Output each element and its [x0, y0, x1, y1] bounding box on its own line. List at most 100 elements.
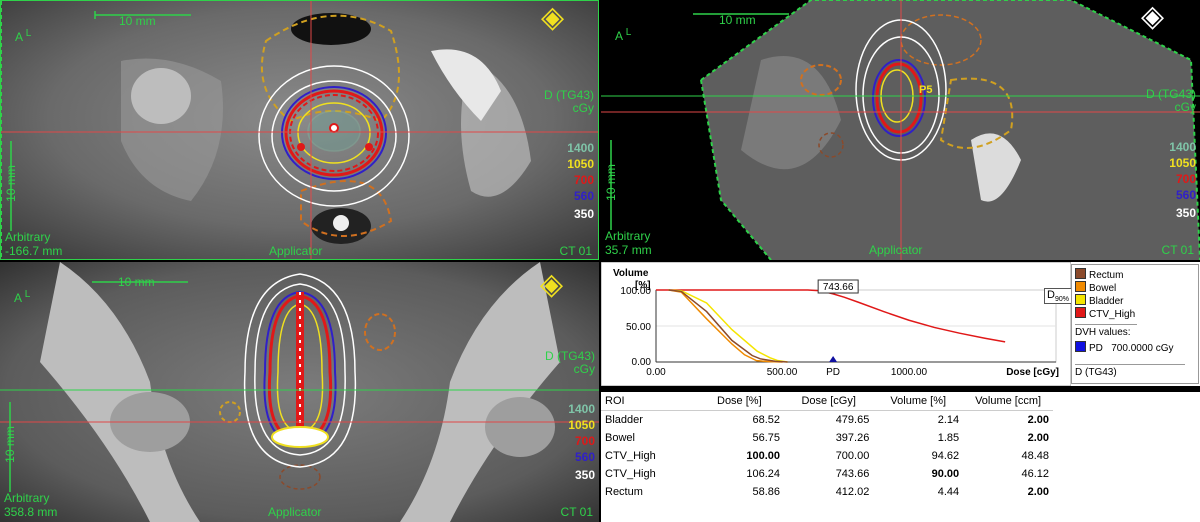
cell-dose-pct: 58.86: [752, 486, 780, 498]
isodose-700: 700: [1175, 172, 1196, 186]
plane-position: 35.7 mm: [605, 243, 652, 257]
annotation-value: 743.66: [823, 282, 854, 293]
cell-roi: CTV_High: [605, 468, 656, 480]
cell-dose-cgy: 412.02: [835, 486, 870, 498]
header-volume-pct[interactable]: Volume [%]: [873, 392, 964, 411]
scale-label-vertical: 10 mm: [3, 165, 18, 202]
cell-volume-ccm: 2.00: [1027, 432, 1049, 444]
legend-swatch: [1075, 281, 1086, 292]
legend-item[interactable]: Bladder: [1075, 294, 1123, 307]
d90-box: D90%: [1044, 288, 1072, 305]
plane-name: Arbitrary: [605, 229, 651, 243]
cell-dose-pct: 56.75: [752, 432, 780, 444]
cell-volume-pct: 90.00: [931, 468, 960, 480]
isodose-700: 700: [573, 173, 594, 187]
pd-value-row: PD 700.0000 cGy: [1075, 341, 1174, 354]
scale-label: 10 mm: [118, 275, 155, 289]
orientation-cube-icon: ◈: [541, 1, 565, 34]
cell-dose-pct: 106.24: [746, 468, 780, 480]
legend-item[interactable]: Rectum: [1075, 268, 1123, 281]
cell-roi: Bowel: [605, 432, 635, 444]
cell-dose-pct: 68.52: [752, 414, 780, 426]
cell-roi: CTV_High: [605, 450, 656, 462]
plane-name: Arbitrary: [5, 230, 51, 244]
pd-marker-label: PD: [826, 367, 840, 378]
applicator-label: Applicator: [869, 243, 923, 257]
legend-item[interactable]: CTV_High: [1075, 307, 1135, 320]
isodose-350: 350: [573, 207, 594, 221]
scale-label: 10 mm: [719, 13, 756, 27]
orientation-label-anterior: A L: [615, 27, 632, 43]
cell-volume-ccm: 46.12: [1021, 468, 1049, 480]
y-tick-label: 50.00: [626, 322, 651, 333]
cell-roi: Rectum: [605, 486, 643, 498]
cell-volume-ccm: 2.00: [1027, 414, 1049, 426]
y-tick-label: 100.00: [620, 286, 651, 297]
header-roi[interactable]: ROI: [601, 392, 695, 411]
sagittal-view[interactable]: A L 10 mm 10 mm ◈ P5 D (TG43) cGy 1400 1…: [601, 0, 1200, 260]
isodose-350: 350: [574, 468, 595, 482]
pd-swatch: [1075, 341, 1086, 352]
isodose-560: 560: [574, 450, 595, 464]
cell-dose-cgy: 743.66: [835, 468, 870, 480]
table-row[interactable]: CTV_High 100.00 700.00 94.62 48.48: [601, 447, 1053, 465]
cell-volume-pct: 1.85: [937, 432, 960, 444]
plane-position: 358.8 mm: [4, 505, 58, 519]
cell-volume-ccm: 48.48: [1021, 450, 1049, 462]
x-axis-title: Dose [cGy]: [1006, 367, 1059, 378]
cell-roi: Bladder: [605, 414, 643, 426]
sagittal-ct-image: [601, 0, 1200, 260]
table-row[interactable]: Bowel 56.75 397.26 1.85 2.00: [601, 429, 1053, 447]
cell-volume-pct: 4.44: [937, 486, 960, 498]
dose-unit: cGy: [572, 101, 594, 115]
scale-label-vertical: 10 mm: [603, 164, 618, 201]
cell-volume-pct: 94.62: [931, 450, 960, 462]
isodose-700: 700: [574, 434, 595, 448]
coronal-view[interactable]: A L 10 mm 10 mm ◈ D (TG43) cGy 1400 1050…: [0, 262, 599, 522]
table-row[interactable]: CTV_High 106.24 743.66 90.00 46.12: [601, 465, 1053, 483]
y-axis-title: Volume: [613, 268, 649, 279]
isodose-1050: 1050: [567, 157, 594, 171]
dvh-legend: Rectum Bowel Bladder CTV_High DVH values…: [1071, 264, 1199, 384]
legend-swatch: [1075, 294, 1086, 305]
header-volume-ccm[interactable]: Volume [ccm]: [963, 392, 1053, 411]
header-dose-pct[interactable]: Dose [%]: [694, 392, 784, 411]
legend-swatch: [1075, 307, 1086, 318]
dvh-chart[interactable]: Volume [%] 100.00 50.00 0.00 0.00 500.00…: [601, 262, 1071, 386]
axial-view[interactable]: A L 10 mm 10 mm ◈ D (TG43) cGy 1400 1050…: [0, 0, 599, 260]
isodose-560: 560: [573, 189, 594, 203]
applicator-label: Applicator: [268, 505, 322, 519]
scale-label-vertical: 10 mm: [2, 426, 17, 463]
point-label: P5: [919, 84, 933, 96]
table-row[interactable]: Rectum 58.86 412.02 4.44 2.00: [601, 483, 1053, 501]
legend-item[interactable]: Bowel: [1075, 281, 1116, 294]
orientation-label-anterior: A L: [14, 289, 31, 305]
isodose-1400: 1400: [1169, 140, 1196, 154]
dvh-values-label: DVH values:: [1075, 327, 1131, 338]
table-header-row: ROI Dose [%] Dose [cGy] Volume [%] Volum…: [601, 392, 1053, 411]
isodose-1400: 1400: [567, 141, 594, 155]
dvh-table[interactable]: ROI Dose [%] Dose [cGy] Volume [%] Volum…: [601, 392, 1200, 522]
x-tick-label: 500.00: [767, 367, 798, 378]
cell-volume-ccm: 2.00: [1027, 486, 1049, 498]
orientation-cube-icon: ◈: [1141, 0, 1165, 33]
cell-volume-pct: 2.14: [937, 414, 960, 426]
cell-dose-cgy: 700.00: [835, 450, 870, 462]
isodose-560: 560: [1175, 188, 1196, 202]
coronal-ct-image: [0, 262, 599, 522]
dvh-panel[interactable]: Volume [%] 100.00 50.00 0.00 0.00 500.00…: [601, 262, 1200, 386]
dvh-footer-label: D (TG43): [1075, 367, 1117, 378]
isodose-350: 350: [1175, 206, 1196, 220]
dose-unit: cGy: [573, 362, 595, 376]
dose-unit: cGy: [1174, 100, 1196, 114]
dataset-label: CT 01: [559, 244, 592, 258]
x-tick-label: 1000.00: [891, 367, 928, 378]
plane-name: Arbitrary: [4, 491, 50, 505]
dataset-label: CT 01: [560, 505, 593, 519]
cell-dose-cgy: 397.26: [835, 432, 870, 444]
x-tick-label: 0.00: [646, 367, 666, 378]
plane-position: -166.7 mm: [5, 244, 63, 258]
table-row[interactable]: Bladder 68.52 479.65 2.14 2.00: [601, 411, 1053, 430]
legend-swatch: [1075, 268, 1086, 279]
header-dose-cgy[interactable]: Dose [cGy]: [784, 392, 874, 411]
